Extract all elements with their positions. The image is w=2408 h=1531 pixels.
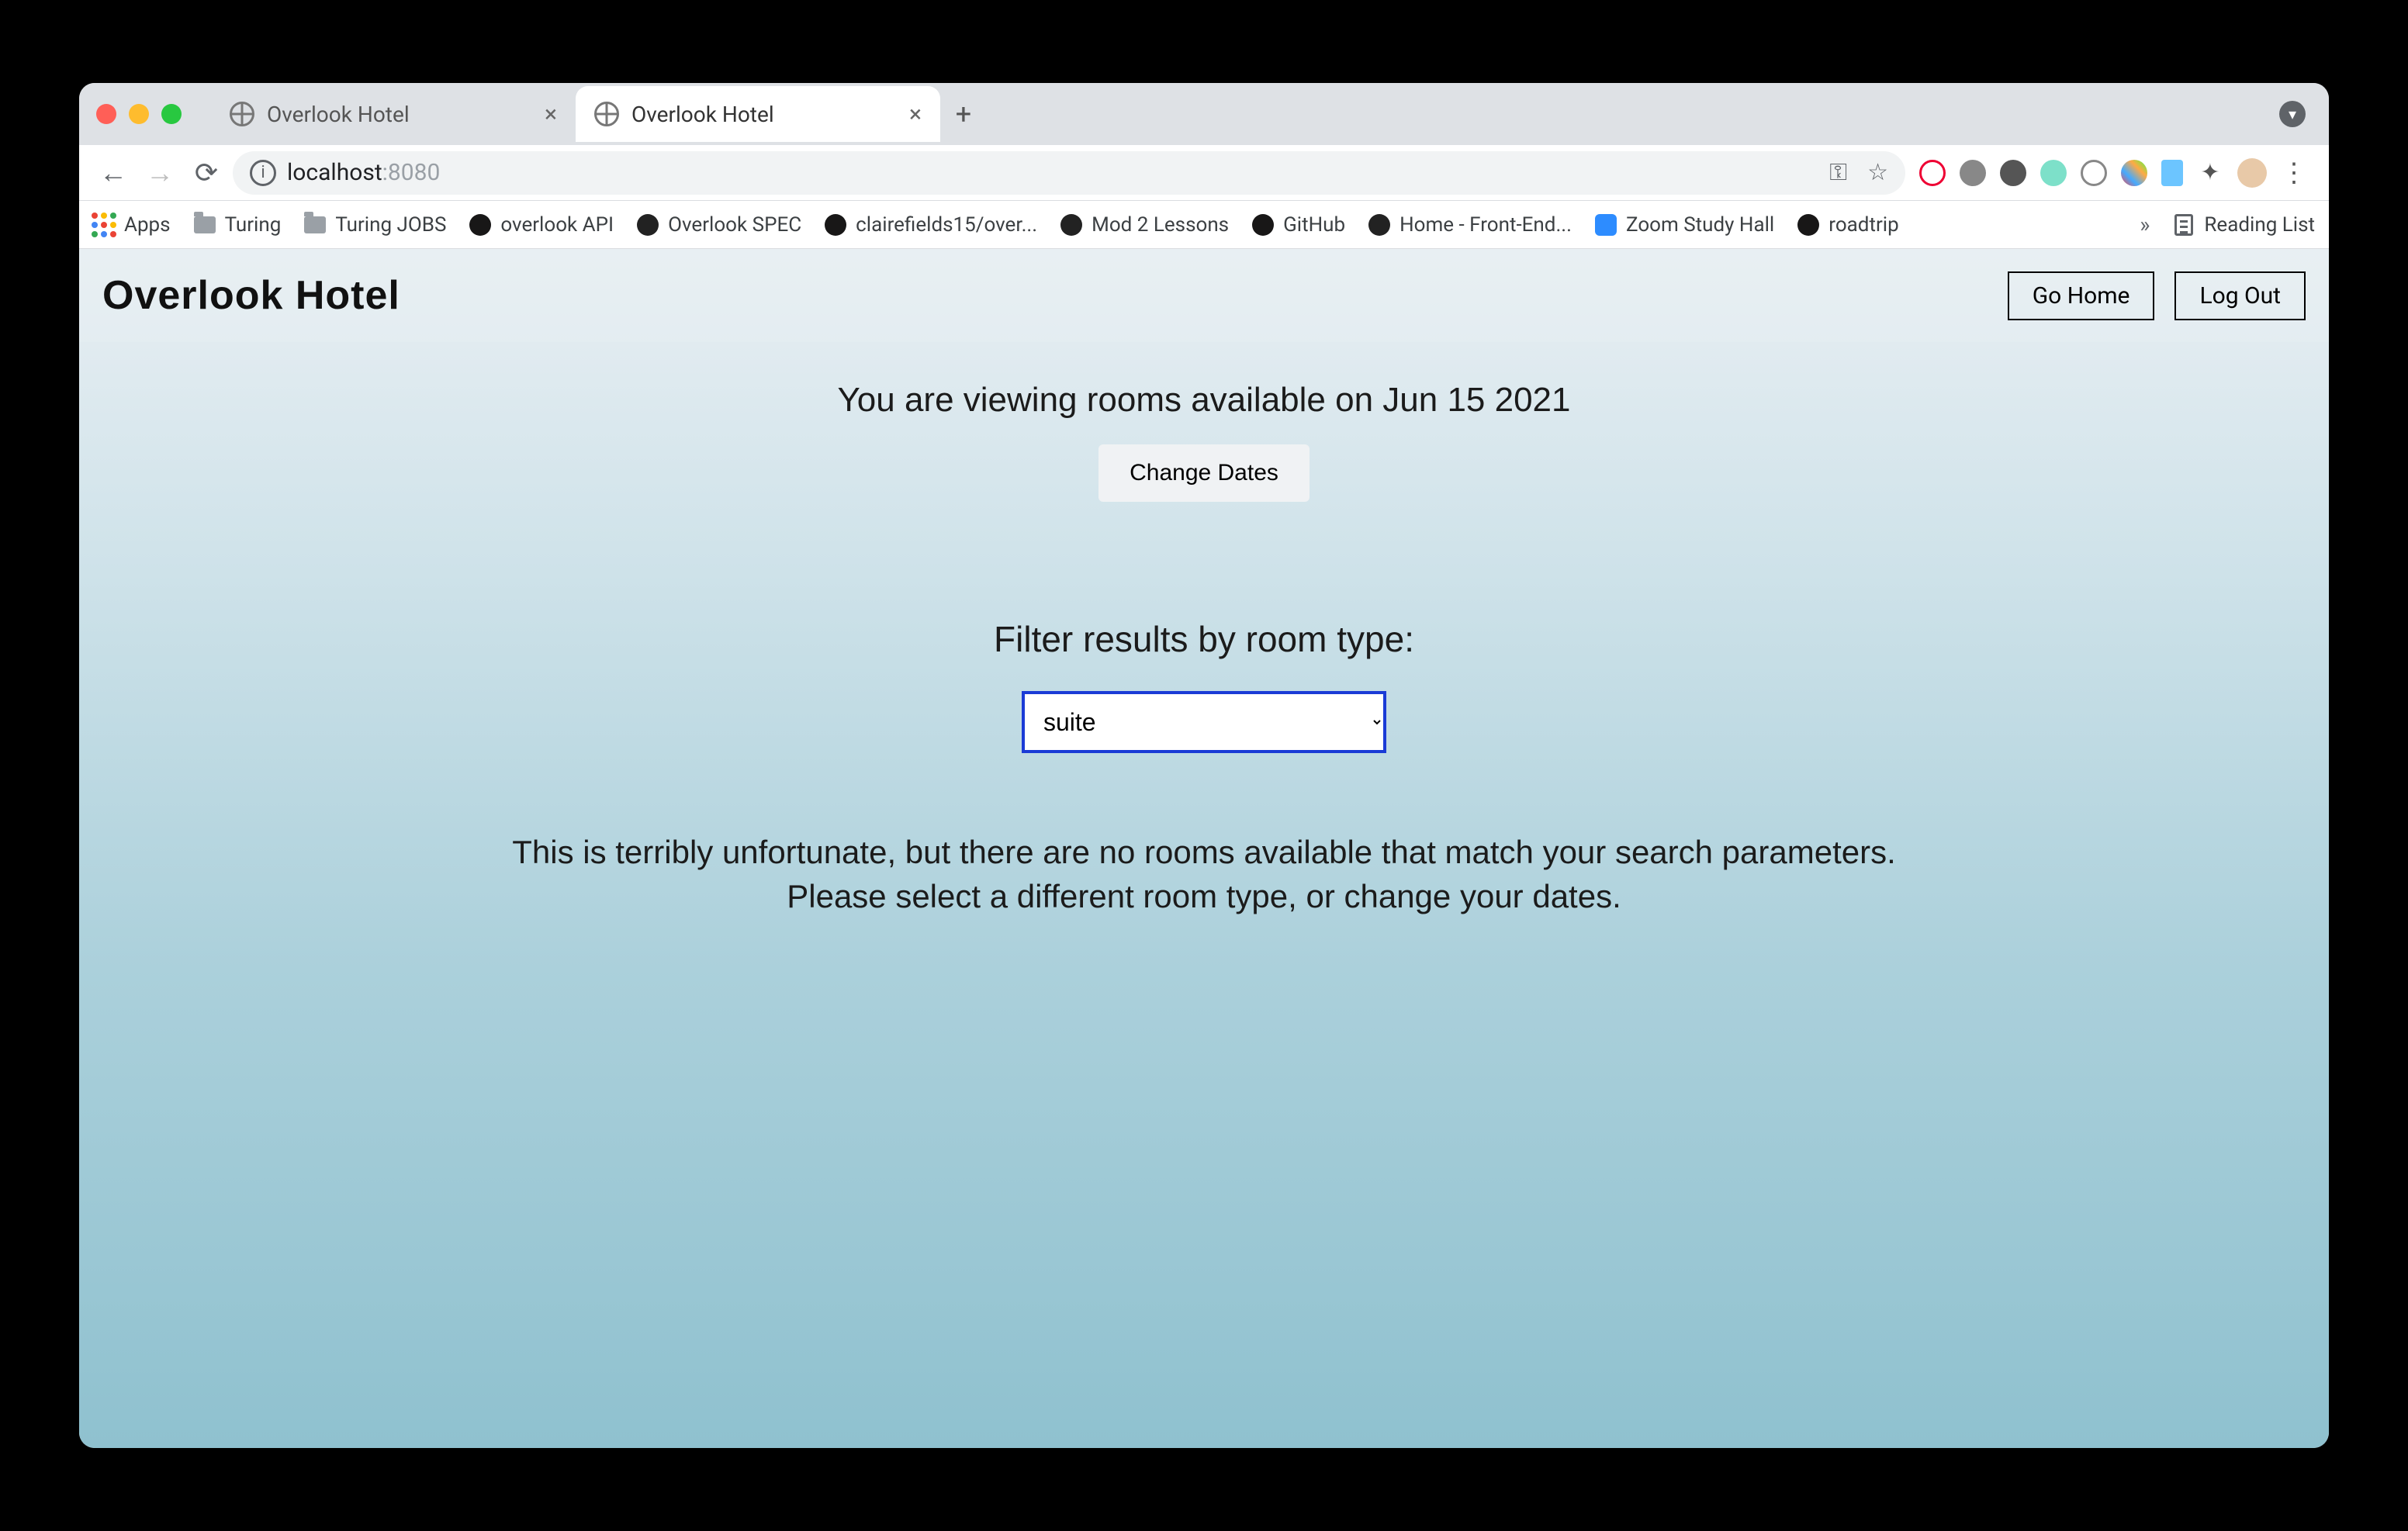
bookmark-turing-jobs[interactable]: Turing JOBS xyxy=(304,213,446,237)
app-header: Overlook Hotel Go Home Log Out xyxy=(79,249,2329,342)
bookmark-github[interactable]: GitHub xyxy=(1252,213,1345,237)
extension-icon[interactable] xyxy=(2161,160,2183,186)
bookmark-label: Reading List xyxy=(2204,213,2315,237)
profile-avatar[interactable] xyxy=(2237,158,2267,188)
bookmark-label: GitHub xyxy=(1283,213,1345,237)
bookmark-label: roadtrip xyxy=(1828,213,1898,237)
bookmark-label: Apps xyxy=(124,213,171,237)
globe-icon xyxy=(230,102,254,126)
github-icon xyxy=(469,214,491,236)
bookmark-mod2[interactable]: Mod 2 Lessons xyxy=(1060,213,1229,237)
window-controls xyxy=(96,104,182,124)
github-icon xyxy=(1252,214,1274,236)
tab-overlook-hotel-1[interactable]: Overlook Hotel × xyxy=(211,86,576,142)
room-type-select[interactable]: suite xyxy=(1022,691,1386,753)
extension-icon[interactable] xyxy=(1960,160,1986,186)
close-tab-icon[interactable]: × xyxy=(909,101,922,128)
reading-list-button[interactable]: Reading List xyxy=(2173,213,2315,237)
browser-menu-button[interactable]: ⋮ xyxy=(2281,160,2307,186)
bookmark-label: Turing xyxy=(225,213,282,237)
extension-icon[interactable] xyxy=(2121,160,2147,186)
bookmark-apps[interactable]: Apps xyxy=(93,213,171,237)
extension-icon[interactable] xyxy=(2081,160,2107,186)
no-results-message: This is terribly unfortunate, but there … xyxy=(512,831,1896,918)
site-icon xyxy=(1060,214,1082,236)
minimize-window-button[interactable] xyxy=(129,104,149,124)
brand-title: Overlook Hotel xyxy=(102,272,400,319)
tab-title: Overlook Hotel xyxy=(267,102,410,127)
tab-overlook-hotel-2[interactable]: Overlook Hotel × xyxy=(576,86,940,142)
site-icon xyxy=(1368,214,1390,236)
url-host: localhost xyxy=(287,159,382,186)
forward-button[interactable]: → xyxy=(140,153,180,193)
change-dates-button[interactable]: Change Dates xyxy=(1098,444,1310,502)
reload-button[interactable]: ⟳ xyxy=(186,153,227,193)
bookmark-overlook-api[interactable]: overlook API xyxy=(469,213,614,237)
bookmark-home-fe[interactable]: Home - Front-End... xyxy=(1368,213,1572,237)
filter-heading: Filter results by room type: xyxy=(994,618,1414,660)
bookmarks-overflow-button[interactable]: » xyxy=(2140,212,2150,237)
zoom-icon xyxy=(1595,214,1617,236)
tab-search-button[interactable]: ▾ xyxy=(2279,101,2306,127)
go-home-button[interactable]: Go Home xyxy=(2008,271,2155,320)
bookmark-turing[interactable]: Turing xyxy=(194,213,282,237)
url-port: :8080 xyxy=(382,159,441,186)
bookmark-star-icon[interactable]: ☆ xyxy=(1867,159,1888,186)
folder-icon xyxy=(194,216,216,233)
bookmark-overlook-spec[interactable]: Overlook SPEC xyxy=(637,213,801,237)
page-content: Overlook Hotel Go Home Log Out You are v… xyxy=(79,249,2329,1448)
close-window-button[interactable] xyxy=(96,104,116,124)
github-icon xyxy=(1797,214,1819,236)
browser-window: Overlook Hotel × Overlook Hotel × + ▾ ← … xyxy=(79,83,2329,1448)
address-bar[interactable]: i localhost:8080 ⚿ ☆ xyxy=(233,151,1905,195)
bookmark-label: Home - Front-End... xyxy=(1399,213,1572,237)
main-content: You are viewing rooms available on Jun 1… xyxy=(79,342,2329,1448)
bookmark-label: Turing JOBS xyxy=(335,213,446,237)
github-icon xyxy=(825,214,846,236)
log-out-button[interactable]: Log Out xyxy=(2174,271,2306,320)
bookmark-zoom[interactable]: Zoom Study Hall xyxy=(1595,213,1774,237)
site-icon xyxy=(637,214,659,236)
globe-icon xyxy=(594,102,619,126)
extension-icon[interactable] xyxy=(2040,160,2067,186)
extensions-puzzle-icon[interactable]: ✦ xyxy=(2197,160,2223,186)
bookmark-label: overlook API xyxy=(500,213,614,237)
extension-icons: ✦ ⋮ xyxy=(1912,158,2315,188)
bookmark-label: Zoom Study Hall xyxy=(1626,213,1774,237)
bookmarks-bar: Apps Turing Turing JOBS overlook API Ove… xyxy=(79,201,2329,249)
password-key-icon[interactable]: ⚿ xyxy=(1829,159,1847,186)
browser-toolbar: ← → ⟳ i localhost:8080 ⚿ ☆ ✦ ⋮ xyxy=(79,145,2329,201)
extension-icon[interactable] xyxy=(1919,160,1946,186)
url-text: localhost:8080 xyxy=(287,159,440,186)
header-actions: Go Home Log Out xyxy=(2008,271,2306,320)
reading-list-icon xyxy=(2174,214,2193,236)
bookmark-clairefields[interactable]: clairefields15/over... xyxy=(825,213,1037,237)
room-type-select-wrap: suite xyxy=(1022,691,1386,753)
tab-title: Overlook Hotel xyxy=(631,102,774,127)
close-tab-icon[interactable]: × xyxy=(545,101,557,128)
site-info-icon[interactable]: i xyxy=(250,160,276,186)
back-button[interactable]: ← xyxy=(93,153,133,193)
new-tab-button[interactable]: + xyxy=(940,98,987,130)
bookmark-label: Mod 2 Lessons xyxy=(1092,213,1229,237)
folder-icon xyxy=(304,216,326,233)
apps-grid-icon xyxy=(92,213,116,237)
bookmark-label: clairefields15/over... xyxy=(856,213,1037,237)
extension-icon[interactable] xyxy=(2000,160,2026,186)
maximize-window-button[interactable] xyxy=(161,104,182,124)
tab-strip: Overlook Hotel × Overlook Hotel × + ▾ xyxy=(79,83,2329,145)
bookmark-label: Overlook SPEC xyxy=(668,213,801,237)
bookmark-roadtrip[interactable]: roadtrip xyxy=(1797,213,1898,237)
viewing-heading: You are viewing rooms available on Jun 1… xyxy=(837,381,1570,420)
